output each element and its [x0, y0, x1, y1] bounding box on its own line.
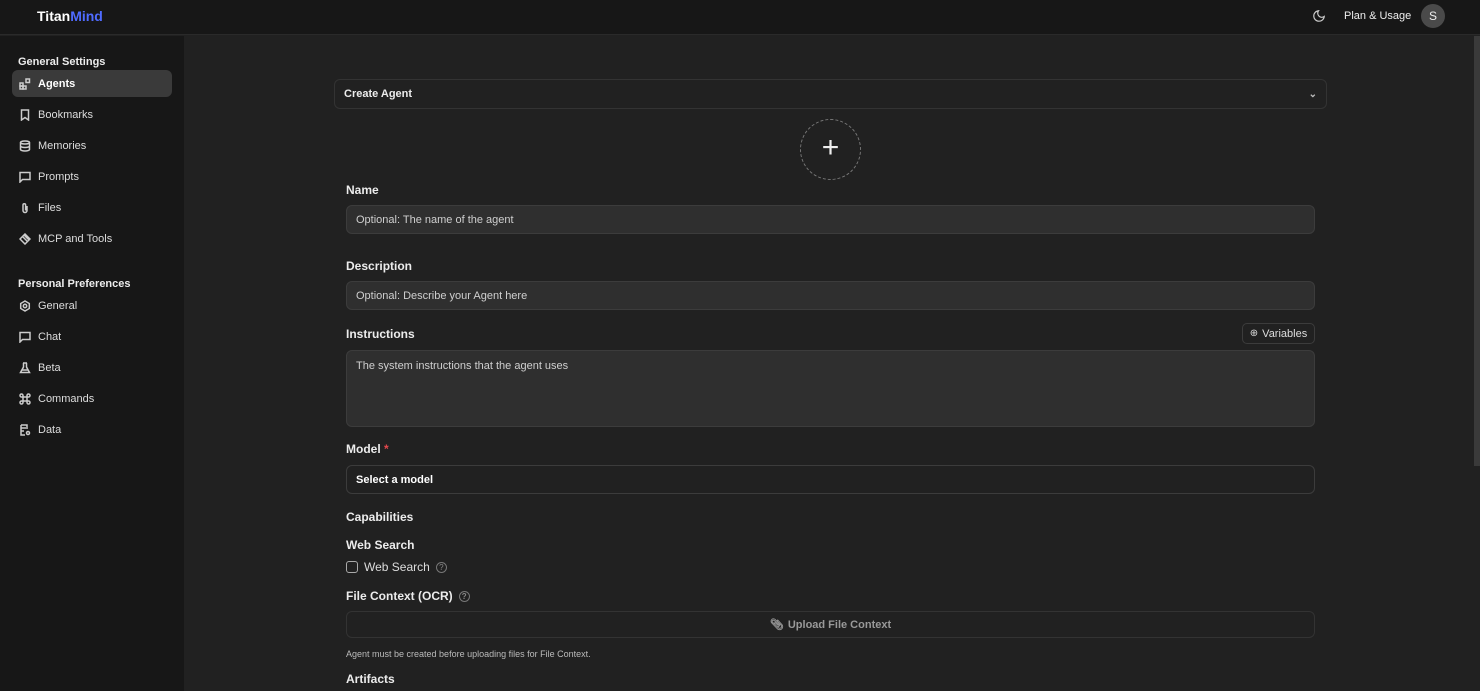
agent-select-label: Create Agent	[344, 88, 412, 100]
chat-icon	[19, 331, 31, 343]
description-placeholder: Optional: Describe your Agent here	[356, 290, 527, 302]
sidebar-item-label: MCP and Tools	[38, 233, 112, 245]
artifacts-heading: Artifacts	[346, 672, 395, 686]
variables-button[interactable]: ⊕ Variables	[1242, 323, 1315, 344]
variables-label: Variables	[1262, 328, 1307, 340]
sidebar-item-general[interactable]: General	[12, 292, 172, 319]
model-label-text: Model	[346, 442, 381, 456]
sidebar-item-data[interactable]: Data	[12, 416, 172, 443]
sidebar-item-bookmarks[interactable]: Bookmarks	[12, 101, 172, 128]
data-icon	[19, 424, 31, 436]
add-avatar-button[interactable]: +	[800, 119, 861, 180]
bookmark-icon	[19, 109, 31, 121]
help-icon[interactable]: ?	[459, 591, 470, 602]
top-bar: TitanMind Plan & Usage S	[0, 0, 1480, 35]
name-placeholder: Optional: The name of the agent	[356, 214, 514, 226]
sidebar-item-label: Data	[38, 424, 61, 436]
plan-usage-link[interactable]: Plan & Usage	[1344, 10, 1411, 22]
sidebar-item-label: General	[38, 300, 77, 312]
flask-icon	[19, 362, 31, 374]
name-input[interactable]: Optional: The name of the agent	[346, 205, 1315, 234]
instructions-label: Instructions	[346, 327, 415, 341]
web-search-checkbox-label: Web Search	[364, 560, 430, 574]
sidebar-item-label: Bookmarks	[38, 109, 93, 121]
instructions-textarea[interactable]: The system instructions that the agent u…	[346, 350, 1315, 427]
logo-text: Titan	[37, 8, 70, 24]
instructions-placeholder: The system instructions that the agent u…	[356, 360, 568, 372]
model-select[interactable]: Select a model	[346, 465, 1315, 494]
web-search-heading: Web Search	[346, 538, 414, 552]
model-label: Model *	[346, 442, 389, 456]
plus-circle-icon: ⊕	[1250, 328, 1258, 339]
database-icon	[19, 140, 31, 152]
agent-select-dropdown[interactable]: Create Agent ⌄	[334, 79, 1327, 109]
sidebar-item-prompts[interactable]: Prompts	[12, 163, 172, 190]
required-asterisk: *	[384, 442, 389, 456]
sidebar-item-memories[interactable]: Memories	[12, 132, 172, 159]
sidebar-item-commands[interactable]: Commands	[12, 385, 172, 412]
section-title-general: General Settings	[18, 56, 105, 68]
command-icon	[19, 393, 31, 405]
sidebar-item-files[interactable]: Files	[12, 194, 172, 221]
scrollbar[interactable]	[1474, 36, 1480, 466]
sidebar-item-label: Memories	[38, 140, 86, 152]
help-icon[interactable]: ?	[436, 562, 447, 573]
model-select-value: Select a model	[356, 474, 433, 486]
chevron-down-icon: ⌄	[1309, 89, 1317, 100]
mcp-icon	[19, 233, 31, 245]
sidebar-item-label: Beta	[38, 362, 61, 374]
web-search-option[interactable]: Web Search?	[364, 560, 447, 574]
file-context-note: Agent must be created before uploading f…	[346, 649, 591, 659]
sidebar-item-label: Commands	[38, 393, 94, 405]
sidebar-item-mcp-and-tools[interactable]: MCP and Tools	[12, 225, 172, 252]
description-label: Description	[346, 259, 412, 273]
sidebar-item-beta[interactable]: Beta	[12, 354, 172, 381]
description-input[interactable]: Optional: Describe your Agent here	[346, 281, 1315, 310]
gear-icon	[19, 300, 31, 312]
sidebar-item-agents[interactable]: Agents	[12, 70, 172, 97]
paperclip-icon: 📎︎	[770, 618, 784, 631]
upload-file-context-button[interactable]: 📎︎ Upload File Context	[346, 611, 1315, 638]
agents-icon	[19, 78, 31, 90]
message-icon	[19, 171, 31, 183]
theme-toggle-moon-icon[interactable]	[1312, 9, 1326, 23]
user-avatar[interactable]: S	[1421, 4, 1445, 28]
file-context-label: File Context (OCR)	[346, 589, 453, 603]
name-label: Name	[346, 183, 379, 197]
sidebar-item-label: Files	[38, 202, 61, 214]
sidebar-item-label: Agents	[38, 78, 75, 90]
sidebar: General Settings Agents Bookmarks Memori…	[0, 36, 184, 691]
logo[interactable]: TitanMind	[37, 8, 103, 24]
sidebar-item-label: Prompts	[38, 171, 79, 183]
paperclip-icon	[19, 202, 31, 214]
capabilities-heading: Capabilities	[346, 510, 413, 524]
logo-text-accent: Mind	[70, 8, 103, 24]
web-search-checkbox[interactable]	[346, 561, 358, 573]
section-title-personal: Personal Preferences	[18, 278, 131, 290]
file-context-heading: File Context (OCR)?	[346, 589, 470, 603]
sidebar-item-label: Chat	[38, 331, 61, 343]
sidebar-item-chat[interactable]: Chat	[12, 323, 172, 350]
plus-icon: +	[822, 131, 840, 164]
upload-label: Upload File Context	[788, 619, 891, 631]
